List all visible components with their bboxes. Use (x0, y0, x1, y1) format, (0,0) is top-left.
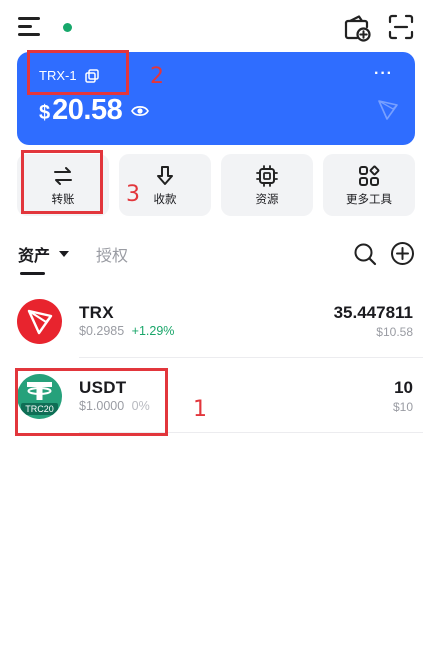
add-token-icon[interactable] (390, 241, 415, 266)
token-row-trx[interactable]: TRX $0.2985 +1.29% 35.447811 $10.58 (0, 299, 423, 373)
search-icon[interactable] (353, 242, 377, 266)
token-symbol: TRX (79, 303, 114, 322)
token-amount: 35.447811 (333, 303, 413, 322)
eye-icon[interactable] (131, 104, 150, 118)
annotation-number-1: 1 (193, 397, 207, 422)
resource-label: 资源 (255, 194, 279, 206)
receive-icon (157, 166, 173, 185)
more-tools-icon (359, 165, 380, 186)
token-price-row: $0.2985 +1.29% (79, 324, 174, 338)
row-divider (79, 357, 423, 358)
tron-logo-icon (378, 100, 398, 120)
more-tools-label: 更多工具 (346, 194, 392, 206)
asset-tabs: 资产 授权 (0, 236, 423, 276)
wallet-more-button[interactable]: ··· (374, 66, 393, 82)
caret-down-icon[interactable] (59, 251, 69, 257)
menu-icon[interactable] (18, 15, 44, 39)
annotation-number-2: 2 (150, 64, 164, 89)
token-change: +1.29% (131, 324, 175, 338)
wallet-balance: $ 20.58 (39, 94, 150, 127)
annotation-box-2 (27, 50, 129, 95)
token-value: $10 (392, 400, 413, 414)
annotation-number-3: 3 (126, 182, 140, 207)
token-price: $0.2985 (79, 324, 125, 338)
tab-authorization[interactable]: 授权 (96, 242, 128, 266)
currency-symbol: $ (39, 102, 51, 124)
balance-amount: 20.58 (52, 94, 123, 126)
annotation-box-1 (15, 368, 168, 436)
connection-status-dot (63, 23, 72, 32)
token-value: $10.58 (376, 325, 413, 339)
resource-button[interactable]: 资源 (221, 154, 313, 216)
tab-assets[interactable]: 资产 (18, 242, 50, 266)
resource-chip-icon (256, 165, 278, 187)
active-tab-indicator (20, 272, 45, 275)
top-bar (0, 0, 423, 52)
add-wallet-icon[interactable] (343, 14, 371, 42)
annotation-box-3 (21, 150, 103, 214)
scan-icon[interactable] (388, 14, 414, 40)
token-amount: 10 (394, 378, 413, 397)
more-tools-button[interactable]: 更多工具 (323, 154, 415, 216)
trx-logo-icon (17, 299, 62, 344)
